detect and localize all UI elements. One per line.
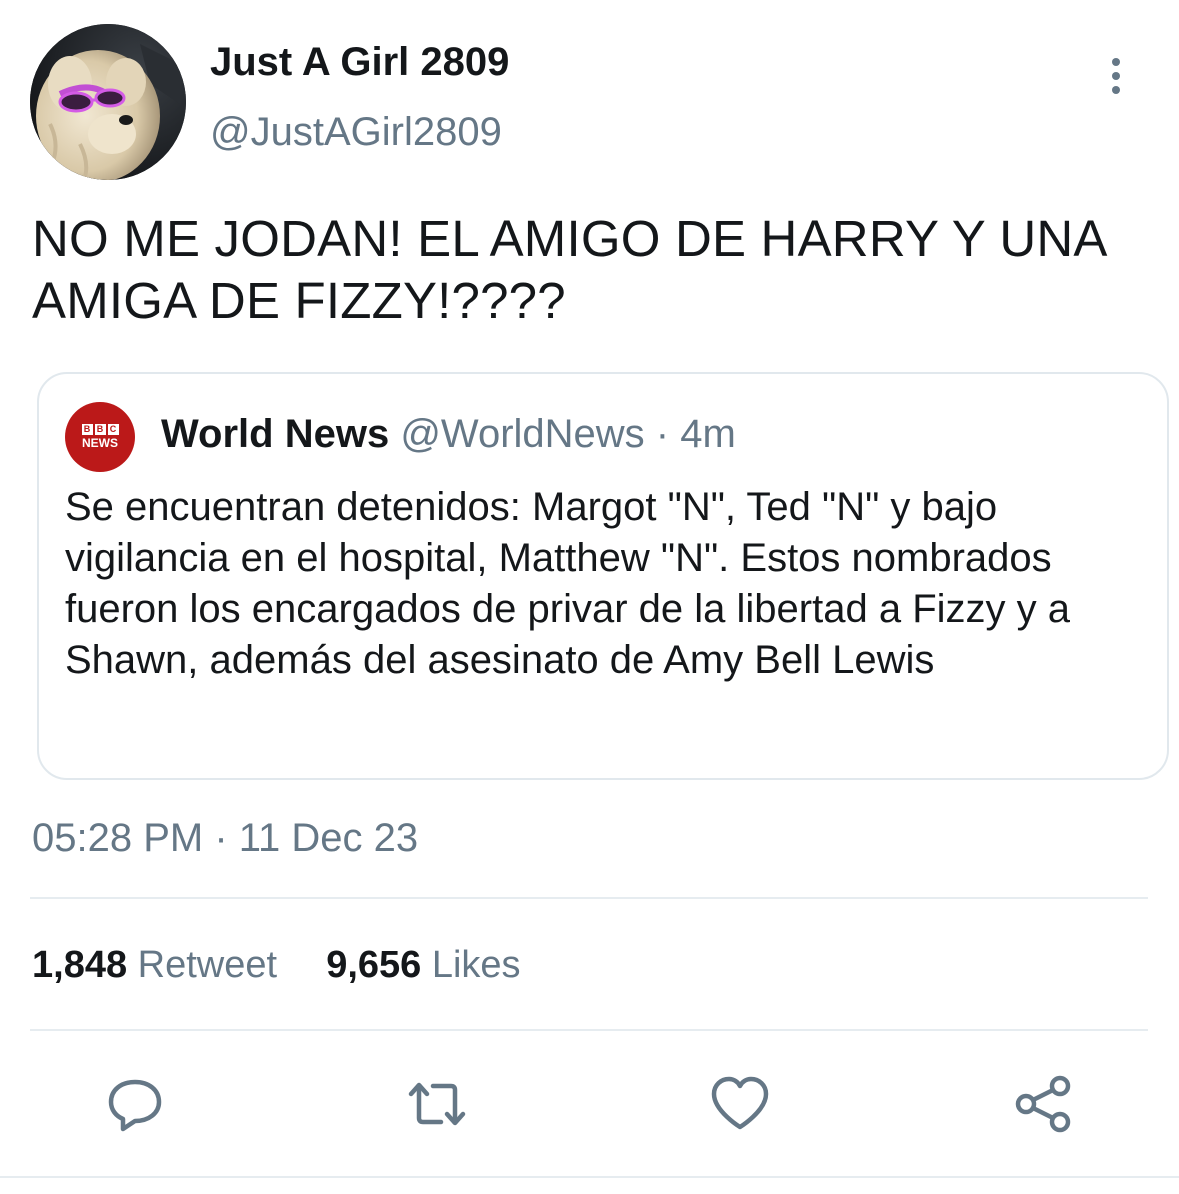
tweet-text: NO ME JODAN! EL AMIGO DE HARRY Y UNA AMI… bbox=[32, 210, 1105, 329]
bbc-logo-news-word: NEWS bbox=[82, 436, 118, 450]
bbc-news-logo-icon: B B C NEWS bbox=[65, 402, 135, 472]
bbc-block: B bbox=[94, 424, 106, 435]
quoted-tweet-header: World News @WorldNews · 4m bbox=[161, 412, 736, 457]
vertical-dots-icon bbox=[1112, 58, 1120, 94]
likes-stat[interactable]: 9,656 Likes bbox=[326, 944, 520, 987]
quoted-time: 4m bbox=[680, 412, 736, 456]
retweet-button[interactable] bbox=[405, 1072, 469, 1136]
likes-label: Likes bbox=[431, 944, 521, 986]
quoted-separator: · bbox=[655, 412, 670, 456]
reply-icon bbox=[108, 1079, 162, 1132]
divider bbox=[30, 897, 1148, 899]
author-handle[interactable]: @JustAGirl2809 bbox=[210, 110, 502, 155]
tweet-stats: 1,848 Retweet 9,656 Likes bbox=[32, 944, 521, 987]
retweets-stat[interactable]: 1,848 Retweet bbox=[32, 944, 277, 987]
bottom-divider bbox=[0, 1176, 1179, 1178]
dog-with-sunglasses-avatar-icon bbox=[30, 24, 186, 180]
reply-button[interactable] bbox=[103, 1072, 167, 1136]
like-icon bbox=[711, 1076, 769, 1130]
author-avatar[interactable] bbox=[30, 24, 186, 180]
share-button[interactable] bbox=[1012, 1072, 1076, 1136]
retweets-label: Retweet bbox=[137, 944, 278, 986]
bbc-logo-blocks: B B C bbox=[81, 424, 119, 435]
quoted-tweet-card[interactable]: B B C NEWS World News @WorldNews · 4m Se… bbox=[37, 372, 1169, 780]
share-icon bbox=[1015, 1075, 1071, 1133]
quoted-author-handle[interactable]: @WorldNews bbox=[400, 412, 644, 456]
quoted-author-name[interactable]: World News bbox=[161, 412, 389, 456]
divider bbox=[30, 1029, 1148, 1031]
like-button[interactable] bbox=[708, 1072, 772, 1136]
retweet-icon bbox=[408, 1082, 466, 1126]
tweet-timestamp: 05:28 PM · 11 Dec 23 bbox=[32, 816, 419, 860]
bbc-block: C bbox=[107, 424, 119, 435]
quoted-tweet-text: Se encuentran detenidos: Margot "N", Ted… bbox=[65, 485, 1070, 682]
bbc-block: B bbox=[81, 424, 93, 435]
more-options-button[interactable] bbox=[1094, 52, 1138, 100]
likes-count: 9,656 bbox=[326, 944, 422, 986]
retweets-count: 1,848 bbox=[32, 944, 128, 986]
author-display-name[interactable]: Just A Girl 2809 bbox=[210, 40, 509, 85]
